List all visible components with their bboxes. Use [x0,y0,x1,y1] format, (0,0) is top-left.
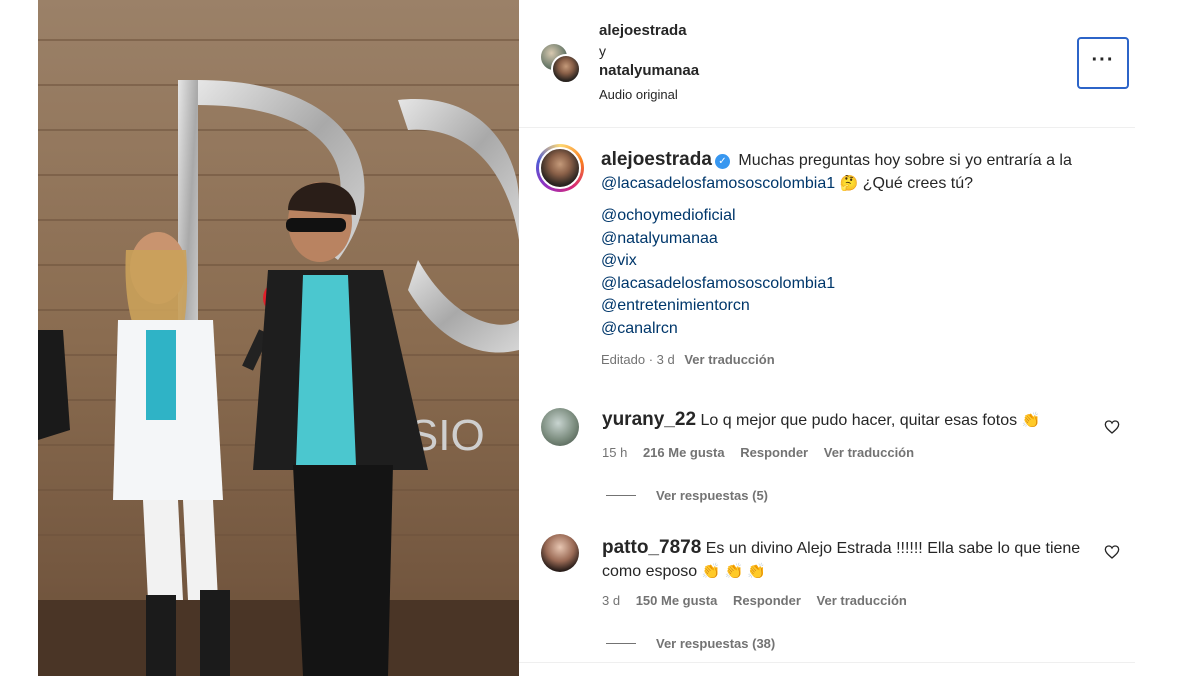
comment-likes[interactable]: 216 Me gusta [643,445,725,460]
translate-link[interactable]: Ver traducción [817,593,907,608]
comment-likes[interactable]: 150 Me gusta [636,593,718,608]
comment-body: patto_7878 Es un divino Alejo Estrada !!… [602,536,1082,583]
heart-icon[interactable] [1104,419,1120,435]
more-options-button[interactable]: ··· [1077,37,1129,89]
caption-text-2: ¿Qué crees tú? [862,175,974,192]
post-side-panel: alejoestrada y natalyumanaa Audio origin… [519,0,1135,676]
edited-timestamp: Editado · 3 d [601,352,675,367]
avatar[interactable] [541,408,579,446]
view-replies-button[interactable]: Ver respuestas (38) [606,636,775,651]
mention-link[interactable]: @entretenimientorcn [601,295,1101,318]
translate-link[interactable]: Ver traducción [684,352,774,367]
caption-mention[interactable]: @lacasadelosfamososcolombia1 [601,175,835,192]
avatar[interactable] [541,534,579,572]
clap-emoji: 👏 👏 👏 [701,563,766,580]
comment-body: yurany_22 Lo q mejor que pudo hacer, qui… [602,408,1082,432]
comment-username[interactable]: yurany_22 [602,409,696,430]
verified-badge-icon: ✓ [714,154,730,169]
mention-list: @ochoymedioficial @natalyumanaa @vix @la… [601,205,1101,340]
caption-avatar[interactable] [536,144,584,192]
replies-divider [606,643,636,644]
post-media[interactable]: EVISIO [38,0,519,676]
replies-divider [606,495,636,496]
mention-link[interactable]: @natalyumanaa [601,228,1101,251]
reply-button[interactable]: Responder [740,445,808,460]
collab-names: alejoestrada y natalyumanaa Audio origin… [599,20,699,106]
comment-meta: 3 d 150 Me gusta Responder Ver traducció… [602,593,919,608]
comment-time: 15 h [602,445,628,460]
author-username[interactable]: alejoestrada [599,20,699,42]
audio-label[interactable]: Audio original [599,84,699,106]
mention-link[interactable]: @vix [601,250,1101,273]
view-replies-label: Ver respuestas (5) [656,488,769,503]
comment-time: 3 d [602,593,621,608]
thinking-emoji: 🤔 [839,175,859,192]
heart-icon[interactable] [1104,544,1120,560]
collab-joiner: y [599,43,606,59]
caption-body: alejoestrada ✓ Muchas preguntas hoy sobre… [601,148,1101,371]
caption-text: Muchas preguntas hoy sobre si yo entrarí… [738,152,1072,169]
view-replies-button[interactable]: Ver respuestas (5) [606,488,768,503]
clap-emoji: 👏 [1021,412,1041,429]
reply-button[interactable]: Responder [733,593,801,608]
caption-meta: Editado · 3 d Ver traducción [601,348,1101,371]
collab-avatars[interactable] [539,42,583,86]
mention-link[interactable]: @canalrcn [601,318,1101,341]
avatar[interactable] [551,54,581,84]
caption-username[interactable]: alejoestrada [601,149,712,170]
translate-link[interactable]: Ver traducción [824,445,914,460]
coauthor-username[interactable]: natalyumanaa [599,60,699,82]
mention-link[interactable]: @ochoymedioficial [601,205,1101,228]
comment-username[interactable]: patto_7878 [602,537,701,558]
more-icon: ··· [1091,49,1115,71]
divider [519,662,1135,663]
view-replies-label: Ver respuestas (38) [656,636,776,651]
mention-link[interactable]: @lacasadelosfamososcolombia1 [601,273,1101,296]
post-header: alejoestrada y natalyumanaa Audio origin… [519,0,1135,128]
comment-text: Lo q mejor que pudo hacer, quitar esas f… [700,412,1018,429]
post-photo: EVISIO [38,0,519,676]
comment-meta: 15 h 216 Me gusta Responder Ver traducci… [602,445,926,460]
